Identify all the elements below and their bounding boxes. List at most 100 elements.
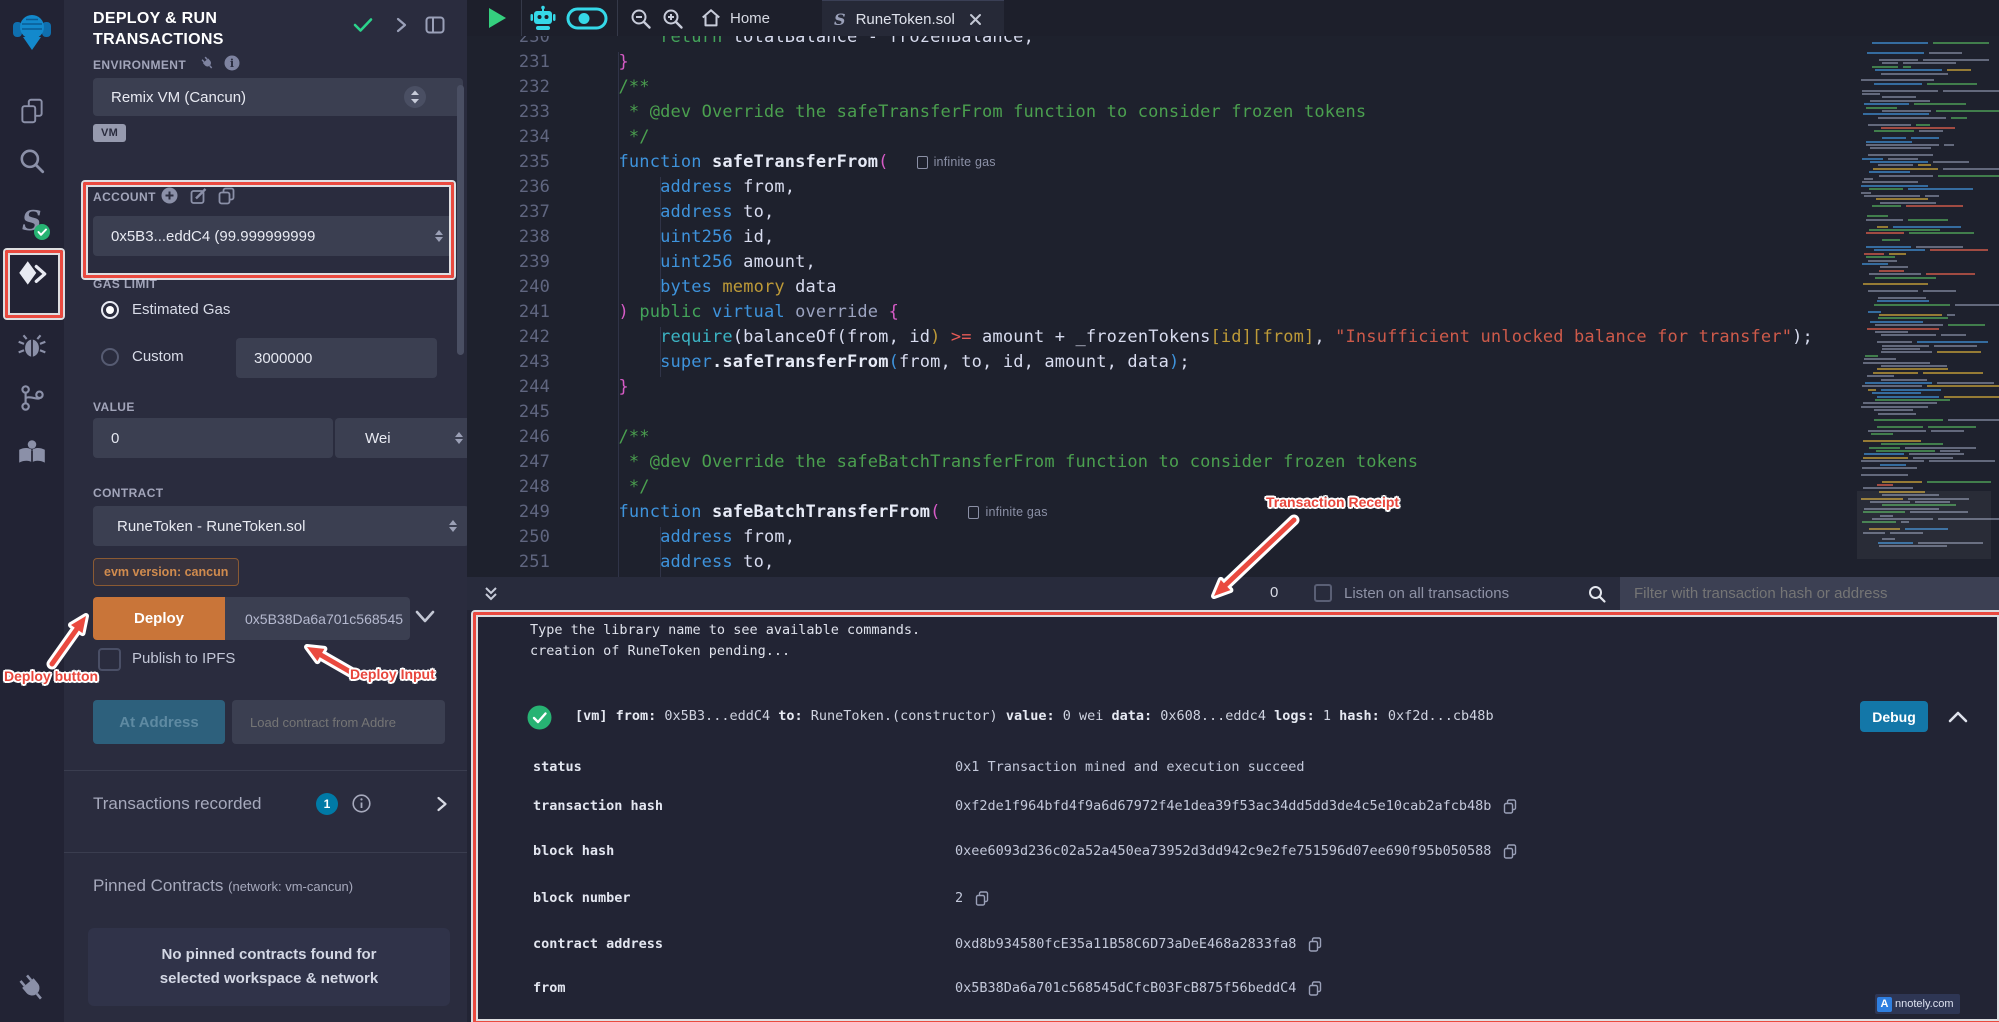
line-number: 240	[467, 277, 550, 302]
code-line: function safeTransferFrom(infinite gas	[577, 152, 1849, 177]
transactions-info-icon[interactable]	[352, 794, 371, 813]
receipt-row-label: block hash	[533, 843, 614, 859]
collapse-terminal-icon[interactable]	[483, 585, 499, 603]
copy-icon[interactable]	[1503, 844, 1517, 859]
plugin-manager-icon[interactable]	[0, 972, 64, 1004]
remix-logo-icon[interactable]	[0, 10, 64, 52]
deploy-expand-icon[interactable]	[415, 610, 435, 624]
line-number: 249	[467, 502, 550, 527]
deploy-button[interactable]: Deploy	[93, 597, 225, 640]
custom-gas-input[interactable]	[236, 350, 437, 367]
pinned-contracts-title: Pinned Contracts (network: vm-cancun)	[93, 876, 353, 896]
panel-title: DEPLOY & RUN TRANSACTIONS	[93, 8, 308, 50]
receipt-row-value: 0xd8b934580fcE35a11B58C6D73aDeE468a2833f…	[955, 936, 1322, 952]
transactions-count-badge: 1	[316, 793, 338, 815]
line-number: 231	[467, 52, 550, 77]
run-script-icon[interactable]	[489, 8, 506, 28]
account-select-arrows-icon	[435, 230, 443, 242]
vm-badge: VM	[93, 124, 126, 142]
solidity-file-icon: S	[834, 10, 846, 29]
tab-runetoken-sol[interactable]: S RuneToken.sol	[822, 0, 1004, 37]
estimated-gas-radio[interactable]	[101, 301, 119, 319]
line-number: 250	[467, 527, 550, 552]
terminal-filter-input[interactable]	[1620, 577, 1999, 610]
infinite-gas-note: infinite gas	[917, 155, 996, 169]
panel-layout-icon[interactable]	[425, 16, 445, 34]
tx-summary-line[interactable]: [vm] from: 0x5B3...eddC4 to: RuneToken.(…	[575, 708, 1494, 724]
file-explorer-icon[interactable]	[0, 96, 64, 126]
zoom-out-icon[interactable]	[629, 7, 653, 31]
remix-ide-window: S	[0, 0, 1999, 1022]
listen-transactions-checkbox[interactable]	[1314, 584, 1332, 602]
copy-account-icon[interactable]	[218, 187, 235, 205]
environment-toggle-icon[interactable]	[403, 85, 427, 109]
code-line: function safeBatchTransferFrom(infinite …	[577, 502, 1849, 527]
panel-expand-icon[interactable]	[394, 17, 408, 33]
line-number: 243	[467, 352, 550, 377]
copy-icon[interactable]	[1308, 981, 1322, 996]
home-icon	[700, 7, 722, 29]
collapse-receipt-icon[interactable]	[1948, 710, 1968, 724]
debug-button[interactable]: Debug	[1860, 701, 1928, 732]
editor-toolbar: Home S RuneToken.sol	[467, 0, 1999, 36]
line-number: 241	[467, 302, 550, 327]
code-line: ) public virtual override {	[577, 302, 1849, 327]
tx-success-icon	[527, 705, 552, 730]
at-address-input-wrap	[232, 700, 445, 744]
minimap-slider[interactable]	[1857, 491, 1991, 559]
transactions-expand-icon[interactable]	[436, 796, 448, 812]
zoom-in-icon[interactable]	[661, 7, 685, 31]
pending-tx-count: 0	[1270, 584, 1278, 601]
receipt-row-value: 2	[955, 890, 989, 906]
search-icon[interactable]	[0, 146, 64, 176]
close-tab-icon[interactable]	[969, 13, 982, 26]
panel-scrollbar[interactable]	[457, 85, 464, 355]
contract-select[interactable]: RuneToken - RuneToken.sol	[93, 506, 469, 546]
code-line	[577, 402, 1849, 427]
custom-gas-radio[interactable]	[101, 348, 119, 366]
contract-select-arrows-icon	[449, 520, 457, 532]
value-input[interactable]	[93, 430, 333, 447]
code-editor[interactable]: 2302312322332342352362372382392402412422…	[467, 36, 1999, 577]
deploy-and-run-icon[interactable]	[0, 258, 64, 292]
at-address-input[interactable]	[232, 715, 445, 730]
environment-info-icon[interactable]: i	[224, 55, 240, 71]
publish-ipfs-checkbox[interactable]	[98, 648, 121, 671]
terminal-search-icon[interactable]	[1587, 584, 1607, 604]
ai-toggle-switch[interactable]	[566, 7, 608, 30]
gas-pump-icon	[917, 156, 928, 169]
add-account-icon[interactable]	[161, 187, 178, 204]
copy-icon[interactable]	[1308, 937, 1322, 952]
code-line: /**	[577, 77, 1849, 102]
plug-icon[interactable]	[200, 55, 215, 71]
terminal: Type the library name to see available c…	[467, 610, 1999, 1022]
receipt-row-label: from	[533, 980, 566, 996]
receipt-row-value: 0x1 Transaction mined and execution succ…	[955, 759, 1305, 775]
environment-label: ENVIRONMENT	[93, 58, 186, 72]
tab-home[interactable]: Home	[700, 7, 770, 29]
learn-plugin-icon[interactable]	[0, 438, 64, 468]
panel-check-icon	[352, 16, 374, 34]
line-number: 235	[467, 152, 550, 177]
custom-gas-label: Custom	[132, 348, 184, 365]
source-control-icon[interactable]	[0, 382, 64, 414]
code-line: * @dev Override the safeBatchTransferFro…	[577, 452, 1849, 477]
code-line: /**	[577, 427, 1849, 452]
value-unit-select[interactable]: Wei	[335, 418, 475, 458]
edit-account-icon[interactable]	[190, 187, 208, 205]
code-line: return totalBalance - frozenBalance;	[577, 36, 1849, 52]
copy-icon[interactable]	[975, 891, 989, 906]
copy-icon[interactable]	[1503, 799, 1517, 814]
receipt-row-label: contract address	[533, 936, 663, 952]
code-line: require(balanceOf(from, id) >= amount + …	[577, 327, 1849, 352]
at-address-button[interactable]: At Address	[93, 700, 225, 744]
ai-assistant-icon[interactable]	[528, 5, 558, 33]
deploy-input[interactable]	[225, 611, 410, 627]
listen-transactions-label: Listen on all transactions	[1344, 585, 1509, 602]
solidity-compiler-icon[interactable]: S	[0, 200, 64, 244]
gas-limit-label: GAS LIMIT	[93, 277, 157, 291]
debugger-icon[interactable]	[0, 330, 64, 362]
environment-select[interactable]: Remix VM (Cancun)	[93, 78, 463, 116]
contract-label: CONTRACT	[93, 486, 164, 500]
account-select[interactable]: 0x5B3...eddC4 (99.999999999	[93, 216, 455, 256]
